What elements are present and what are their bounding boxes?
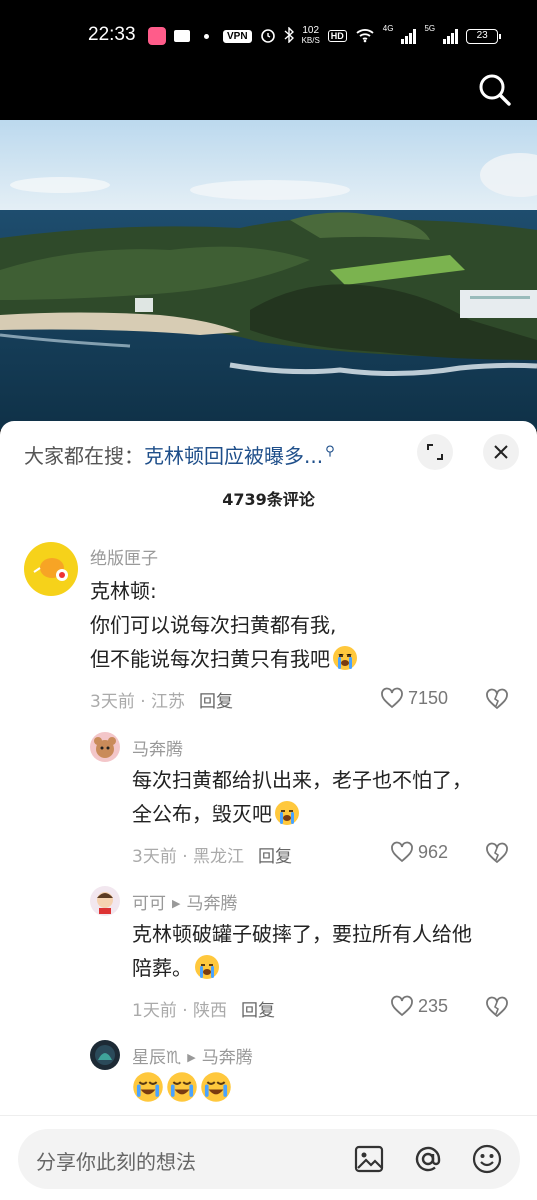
- comment-input[interactable]: 分享你此刻的想法: [18, 1129, 520, 1189]
- battery-icon: 23: [466, 28, 502, 44]
- search-icon[interactable]: [477, 72, 513, 108]
- speed-value: 102: [302, 25, 320, 36]
- top-bar: [0, 72, 537, 120]
- speed-unit: KB/S: [301, 36, 320, 45]
- crying-emoji: [201, 1072, 231, 1102]
- network-speed: 102 KB/S: [302, 26, 320, 46]
- image-icon[interactable]: [352, 1142, 386, 1176]
- reply-target[interactable]: 马奔腾: [202, 1048, 253, 1068]
- island-scene-image: [0, 120, 537, 430]
- network-type-1: 4G: [382, 24, 394, 33]
- comment-input-bar: 分享你此刻的想法: [0, 1115, 537, 1200]
- mail-icon: [174, 30, 190, 42]
- app-notification-icon: [148, 27, 166, 45]
- reply-arrow-icon: ▶: [187, 1051, 196, 1064]
- comment-sheet: 大家都在搜：克林顿回应被曝多... ⚲ 4739条评论 绝版匣子 克林顿: 你们可…: [0, 421, 537, 1200]
- hd-badge: HD: [327, 30, 347, 42]
- crying-emoji: [167, 1072, 197, 1102]
- status-bar: 22:33 VPN 102 KB/S HD 4G 5G 23: [0, 0, 537, 72]
- crying-emoji: [133, 1072, 163, 1102]
- network-type-2: 5G: [424, 24, 436, 33]
- status-time: 22:33: [88, 24, 136, 45]
- dot-icon: [204, 33, 209, 39]
- signal-icon-2: [443, 28, 459, 44]
- vpn-badge: VPN: [223, 29, 252, 43]
- comment-text: [130, 1071, 232, 1108]
- reply-item: 星辰♏ ▶ 马奔腾: [0, 421, 537, 1121]
- alarm-icon: [260, 27, 276, 46]
- emoji-icon[interactable]: [470, 1142, 504, 1176]
- reply-author[interactable]: 星辰♏: [132, 1048, 181, 1068]
- at-icon[interactable]: [411, 1142, 445, 1176]
- status-icons: VPN 102 KB/S HD 4G 5G 23: [148, 24, 502, 48]
- wifi-icon: [355, 27, 375, 46]
- comment-author[interactable]: 星辰♏ ▶ 马奔腾: [132, 1043, 253, 1068]
- avatar[interactable]: [90, 1040, 120, 1070]
- signal-icon-1: [401, 28, 417, 44]
- comment-input-placeholder: 分享你此刻的想法: [36, 1150, 196, 1174]
- video-player[interactable]: [0, 120, 537, 430]
- bluetooth-icon: [284, 25, 294, 46]
